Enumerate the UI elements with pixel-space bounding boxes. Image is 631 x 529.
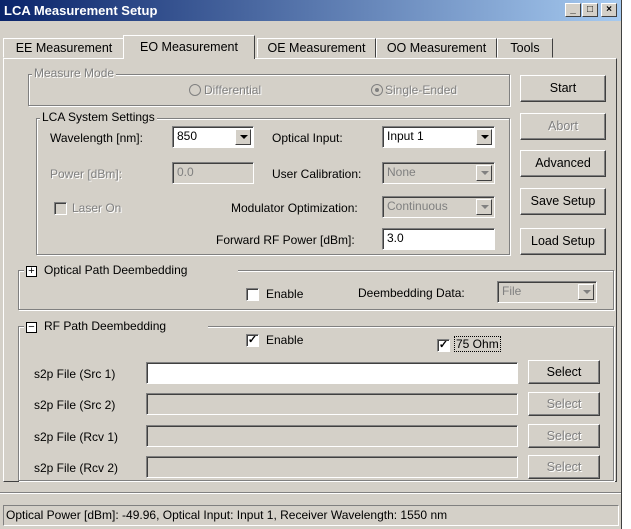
- tab-oo-measurement[interactable]: OO Measurement: [376, 38, 497, 58]
- select-src2-button: Select: [528, 392, 600, 416]
- power-label: Power [dBm]:: [50, 167, 123, 181]
- s2p-src1-label: s2p File (Src 1): [34, 367, 116, 381]
- select-rcv2-button: Select: [528, 455, 600, 479]
- select-src1-button[interactable]: Select: [528, 360, 600, 384]
- rf-path-label: RF Path Deembedding: [44, 319, 167, 333]
- app-window: LCA Measurement Setup _ □ × EE Measureme…: [0, 0, 622, 529]
- system-settings-label: LCA System Settings: [40, 110, 157, 124]
- tab-eo-measurement[interactable]: EO Measurement: [123, 35, 255, 59]
- abort-button: Abort: [520, 113, 606, 140]
- chevron-down-icon[interactable]: [476, 129, 492, 145]
- wavelength-select[interactable]: 850: [172, 126, 254, 148]
- measure-mode-label: Measure Mode: [32, 66, 117, 80]
- advanced-button[interactable]: Advanced: [520, 150, 606, 177]
- optical-input-select[interactable]: Input 1: [382, 126, 495, 148]
- chevron-down-icon: [476, 199, 492, 215]
- ohm-75-label: 75 Ohm: [454, 336, 501, 352]
- power-field: 0.0: [172, 162, 254, 184]
- deembedding-data-select: File: [497, 281, 597, 303]
- optical-enable-label: Enable: [266, 287, 304, 301]
- differential-radio[interactable]: [189, 84, 201, 96]
- rf-enable-checkbox[interactable]: ✓: [246, 334, 259, 347]
- wavelength-value: 850: [177, 129, 198, 143]
- optical-input-value: Input 1: [387, 129, 424, 143]
- s2p-rcv2-input: [146, 456, 518, 478]
- collapse-icon[interactable]: −: [26, 322, 37, 333]
- single-ended-label: Single-Ended: [385, 83, 458, 97]
- user-calibration-select: None: [382, 162, 495, 184]
- chevron-down-icon[interactable]: [235, 129, 251, 145]
- user-calibration-value: None: [387, 165, 416, 179]
- start-button[interactable]: Start: [520, 75, 606, 102]
- wavelength-label: Wavelength [nm]:: [50, 131, 143, 145]
- s2p-rcv1-input: [146, 425, 518, 447]
- single-ended-radio[interactable]: [371, 84, 383, 96]
- s2p-src2-input: [146, 393, 518, 415]
- divider: [0, 492, 621, 494]
- rf-power-input[interactable]: 3.0: [382, 228, 495, 250]
- rf-enable-label: Enable: [266, 333, 304, 347]
- ohm-75-checkbox[interactable]: ✓: [437, 339, 450, 352]
- differential-label: Differential: [204, 83, 262, 97]
- modulator-optimization-select: Continuous: [382, 196, 495, 218]
- minimize-icon[interactable]: _: [565, 3, 581, 17]
- chevron-down-icon: [476, 165, 492, 181]
- s2p-src2-label: s2p File (Src 2): [34, 398, 116, 412]
- s2p-rcv2-label: s2p File (Rcv 2): [34, 461, 119, 475]
- maximize-icon[interactable]: □: [582, 3, 598, 17]
- select-rcv1-button: Select: [528, 424, 600, 448]
- close-icon[interactable]: ×: [601, 3, 617, 17]
- optical-enable-checkbox[interactable]: [246, 288, 259, 301]
- optical-path-label: Optical Path Deembedding: [44, 263, 188, 277]
- modulator-optimization-value: Continuous: [387, 199, 448, 213]
- user-calibration-label: User Calibration:: [272, 167, 362, 181]
- rf-path-header: − RF Path Deembedding: [24, 319, 208, 335]
- s2p-rcv1-label: s2p File (Rcv 1): [34, 430, 119, 444]
- load-setup-button[interactable]: Load Setup: [520, 228, 606, 255]
- s2p-src1-input[interactable]: [146, 362, 518, 384]
- tab-ee-measurement[interactable]: EE Measurement: [3, 38, 125, 58]
- optical-input-label: Optical Input:: [272, 131, 343, 145]
- tab-oe-measurement[interactable]: OE Measurement: [257, 38, 376, 58]
- deembedding-data-label: Deembedding Data:: [358, 286, 465, 300]
- save-setup-button[interactable]: Save Setup: [520, 188, 606, 215]
- deembedding-data-value: File: [502, 284, 522, 298]
- chevron-down-icon: [578, 284, 594, 300]
- optical-path-header: + Optical Path Deembedding: [24, 263, 238, 279]
- window-title: LCA Measurement Setup: [4, 3, 158, 18]
- modulator-optimization-label: Modulator Optimization:: [231, 201, 358, 215]
- status-bar: Optical Power [dBm]: -49.96, Optical Inp…: [3, 505, 619, 526]
- tab-tools[interactable]: Tools: [497, 38, 553, 58]
- laser-on-checkbox: [54, 202, 67, 215]
- rf-power-label: Forward RF Power [dBm]:: [216, 233, 355, 247]
- laser-on-label: Laser On: [72, 201, 122, 215]
- expand-icon[interactable]: +: [26, 266, 37, 277]
- title-bar[interactable]: LCA Measurement Setup _ □ ×: [0, 0, 621, 21]
